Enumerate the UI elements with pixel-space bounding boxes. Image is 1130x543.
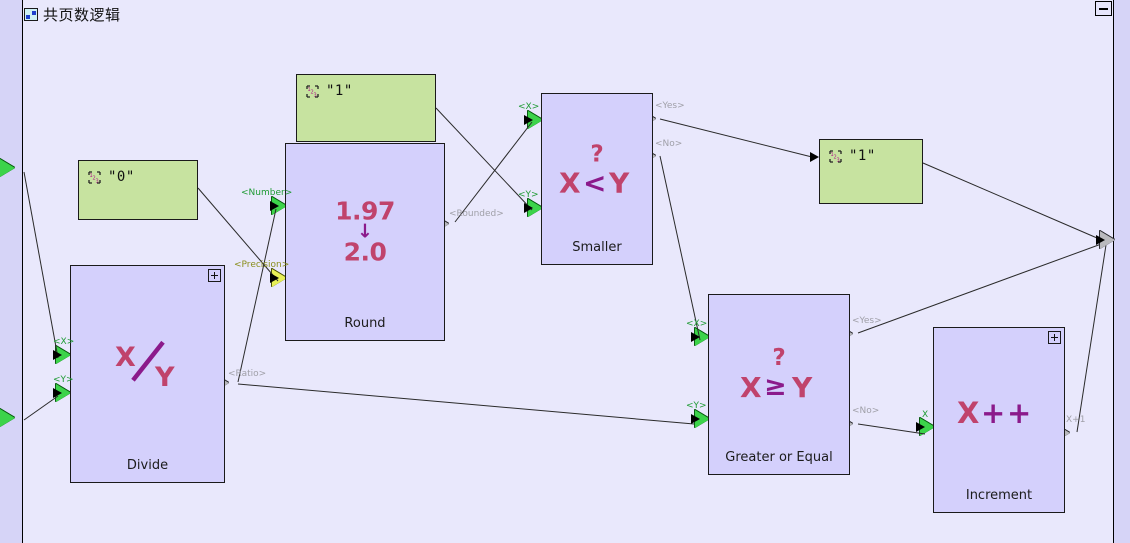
- increment-expression-icon: X + +: [957, 396, 1031, 430]
- port-label-divide-ratio: <Ratio>: [228, 369, 267, 379]
- port-label-smaller-y: <Y>: [518, 190, 539, 200]
- input-port-triangle-icon[interactable]: [0, 409, 15, 427]
- wire-arrowhead: [691, 414, 700, 424]
- wire-arrowhead: [53, 388, 62, 398]
- canvas-left-gutter: [0, 0, 22, 543]
- greater-or-equal-expression-icon: X ≥ Y: [740, 371, 813, 404]
- smaller-glyph: ? X < Y: [542, 143, 652, 201]
- svg-text:X: X: [740, 371, 762, 403]
- node-increment-label: Increment: [965, 488, 1033, 503]
- svg-text:+: +: [981, 396, 1005, 429]
- svg-text:+: +: [1007, 396, 1031, 429]
- number-constant-icon: 1 2 3: [88, 170, 101, 184]
- constant-value-row: 1 2 3 "0": [88, 169, 135, 185]
- svg-text:<: <: [583, 167, 606, 198]
- constant-node-one-top[interactable]: 1 2 3 "1": [296, 74, 436, 142]
- svg-text:3: 3: [314, 92, 317, 98]
- port-label-round-rounded: <Rounded>: [449, 209, 504, 219]
- port-label-increment-out: X+1: [1066, 415, 1086, 425]
- wire-arrowhead: [916, 422, 925, 432]
- port-label-ge-y: <Y>: [686, 401, 707, 411]
- port-label-ge-no: <No>: [852, 406, 880, 416]
- minimize-glyph: [1099, 8, 1108, 10]
- svg-text:Y: Y: [608, 167, 630, 198]
- port-label-increment-in: X: [922, 410, 929, 420]
- constant-node-zero[interactable]: 1 2 3 "0": [78, 160, 198, 220]
- node-smaller-label: Smaller: [572, 240, 622, 255]
- minimize-icon[interactable]: [1095, 1, 1112, 16]
- port-label-divide-y: <Y>: [53, 375, 74, 385]
- round-glyph-to: 2.0: [343, 237, 387, 267]
- page-title: 共页数逻辑: [43, 6, 121, 24]
- port-label-ge-yes: <Yes>: [852, 316, 882, 326]
- node-round[interactable]: 1.97 ↓ 2.0 Round: [285, 143, 445, 341]
- wire-arrowhead: [810, 152, 819, 162]
- svg-text:Y: Y: [791, 371, 813, 403]
- constant-value-row: 1 2 3 "1": [829, 148, 876, 164]
- port-label-smaller-no: <No>: [655, 139, 683, 149]
- port-label-divide-x: <X>: [53, 337, 75, 347]
- number-constant-icon: 1 2 3: [306, 84, 319, 98]
- port-label-smaller-yes: <Yes>: [655, 101, 685, 111]
- port-label-ge-x: <X>: [686, 319, 708, 329]
- wire-arrowhead: [270, 273, 279, 283]
- constant-value-text: "1": [849, 148, 876, 164]
- increment-glyph: X + +: [934, 395, 1064, 432]
- constant-value-text: "0": [108, 169, 135, 185]
- port-label-round-number: <Number>: [241, 188, 293, 198]
- wire-arrowhead: [53, 350, 62, 360]
- expand-icon[interactable]: [1048, 331, 1061, 344]
- number-constant-icon: 1 2 3: [829, 149, 842, 163]
- port-label-smaller-x: <X>: [518, 102, 540, 112]
- svg-text:X: X: [115, 342, 136, 373]
- svg-text:Y: Y: [154, 362, 175, 392]
- port-label-round-precision: <Precision>: [234, 260, 290, 270]
- node-smaller[interactable]: ? X < Y Smaller: [541, 93, 653, 265]
- svg-text:≥: ≥: [764, 371, 787, 402]
- constant-value-row: 1 2 3 "1": [306, 83, 353, 99]
- node-round-label: Round: [344, 316, 386, 331]
- wire-arrowhead: [524, 203, 533, 213]
- round-glyph: 1.97 ↓ 2.0: [286, 198, 444, 264]
- svg-text:3: 3: [837, 157, 840, 163]
- divide-glyph: X Y: [71, 336, 224, 395]
- canvas-right-gutter: [1114, 0, 1130, 543]
- svg-text:3: 3: [96, 178, 99, 184]
- node-greater-or-equal-label: Greater or Equal: [725, 450, 833, 465]
- node-divide-label: Divide: [126, 458, 169, 473]
- smaller-expression-icon: X < Y: [559, 167, 630, 200]
- node-divide[interactable]: X Y Divide: [70, 265, 225, 483]
- expand-icon[interactable]: [208, 269, 221, 282]
- wire-arrowhead: [1096, 235, 1105, 245]
- constant-value-text: "1": [326, 83, 353, 99]
- node-increment[interactable]: X + + Increment: [933, 327, 1065, 513]
- patch-group-icon: [24, 8, 38, 21]
- wire-arrowhead: [524, 115, 533, 125]
- constant-node-one-right[interactable]: 1 2 3 "1": [819, 139, 923, 204]
- node-editor-canvas[interactable]: 共页数逻辑 1 2 3 "0" 1 2 3 "1" 1 2 3 "1" X Y …: [0, 0, 1130, 543]
- greater-or-equal-glyph: ? X ≥ Y: [709, 346, 849, 406]
- wire-arrowhead: [270, 201, 279, 211]
- input-port-triangle-icon[interactable]: [0, 159, 15, 177]
- window-titlebar: 共页数逻辑: [24, 4, 121, 25]
- svg-text:X: X: [559, 167, 581, 198]
- svg-text:X: X: [957, 396, 979, 429]
- node-greater-or-equal[interactable]: ? X ≥ Y Greater or Equal: [708, 294, 850, 475]
- wire-arrowhead: [691, 332, 700, 342]
